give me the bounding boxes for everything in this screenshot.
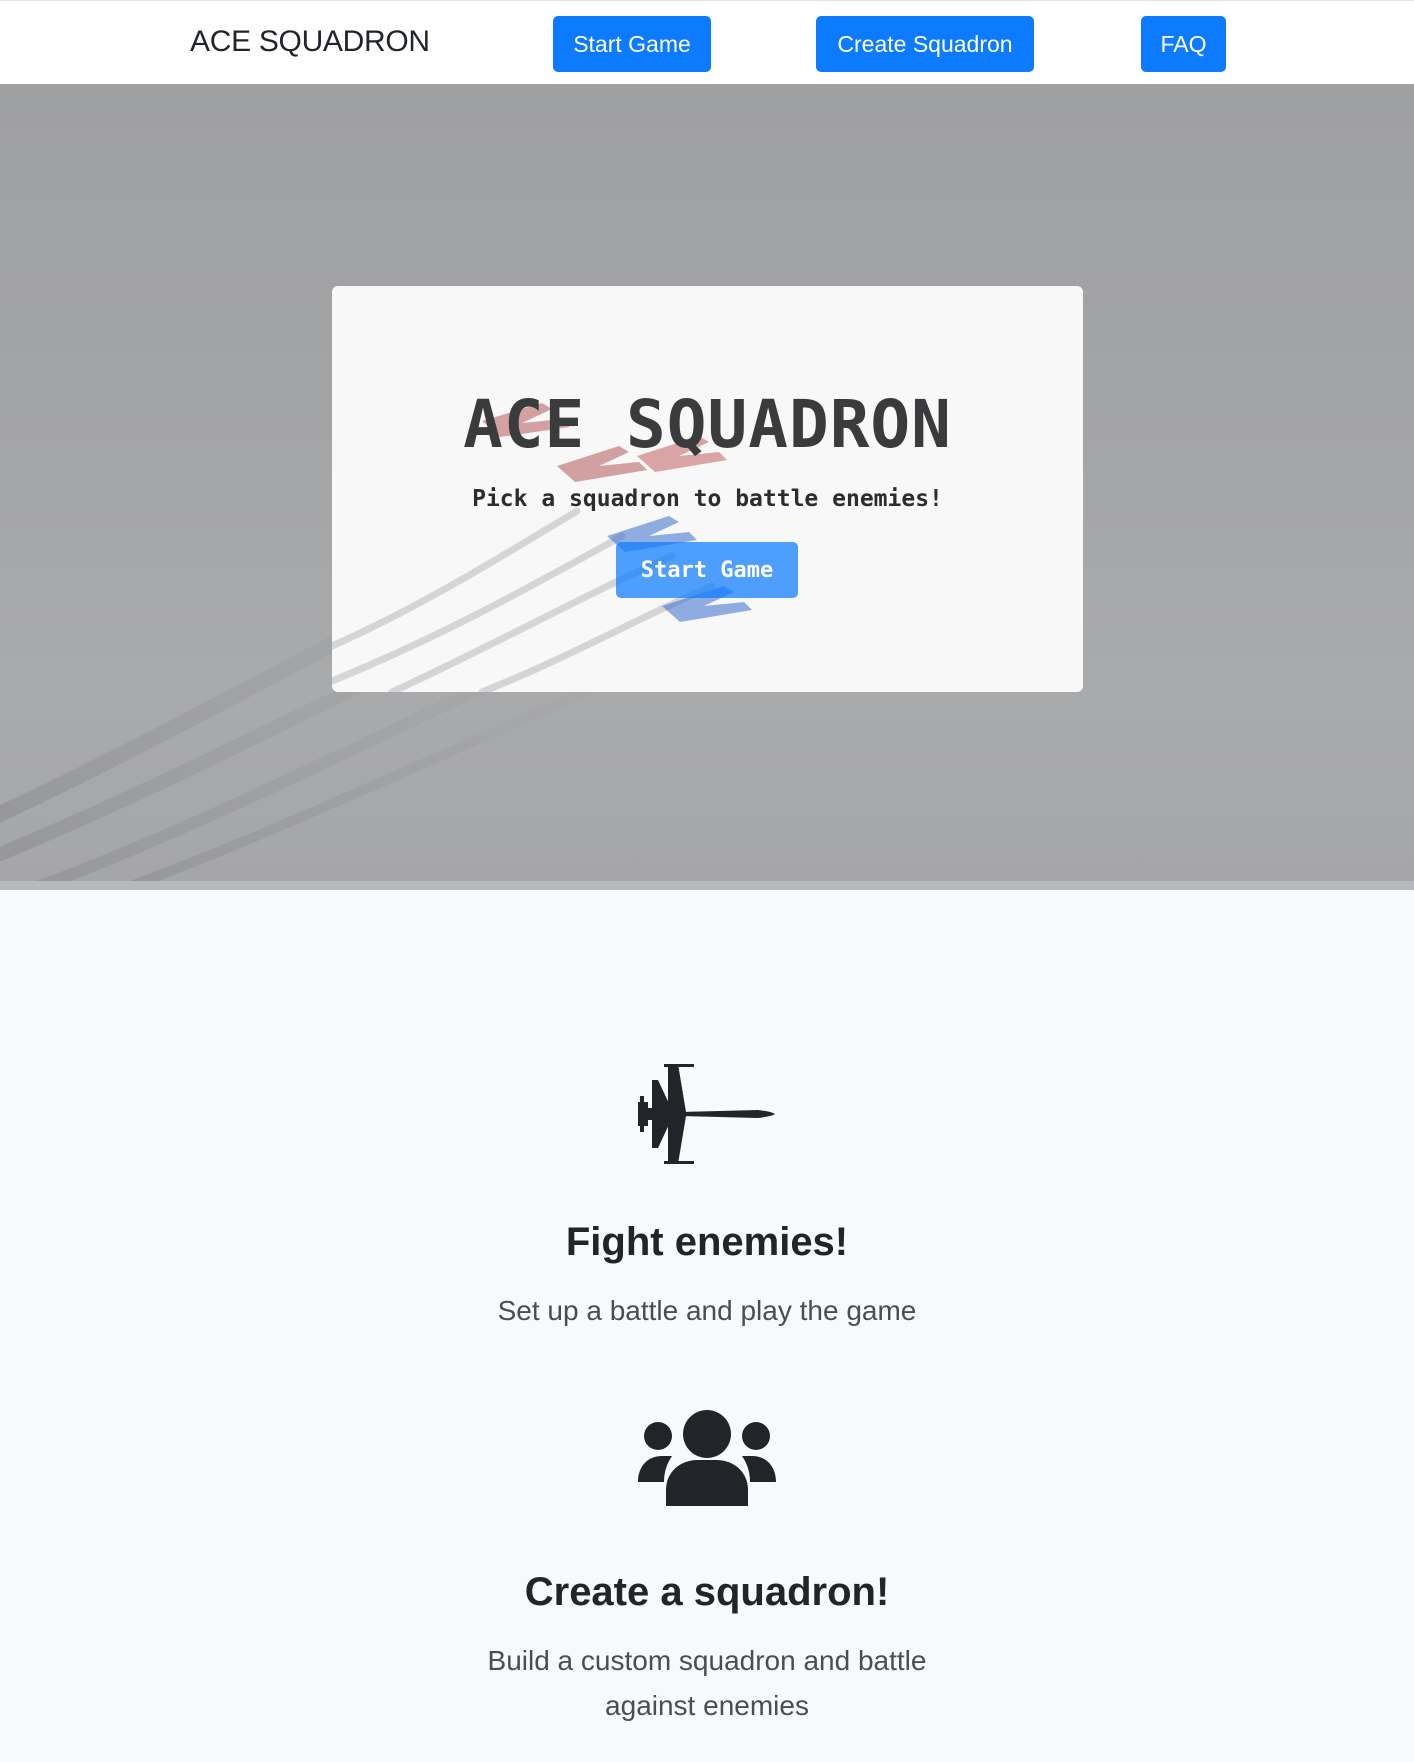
nav-create-squadron-button[interactable]: Create Squadron [816, 16, 1034, 72]
feature-description: Set up a battle and play the game [497, 1295, 917, 1326]
brand-logo-link[interactable]: ACE SQUADRON [190, 25, 430, 59]
users-icon [638, 1410, 776, 1506]
nav-start-game-button[interactable]: Start Game [553, 16, 711, 72]
hero-title: ACE SQUADRON [463, 386, 952, 463]
feature-description: Build a custom squadron and battle again… [487, 1645, 927, 1721]
hero-start-game-button[interactable]: Start Game [616, 542, 798, 598]
hero-card: ACE SQUADRON Pick a squadron to battle e… [332, 286, 1083, 692]
nav-faq-button[interactable]: FAQ [1141, 16, 1226, 72]
fighter-jet-icon [638, 1064, 775, 1164]
top-navbar: ACE SQUADRON Start Game Create Squadron … [0, 0, 1414, 84]
feature-title: Create a squadron! [524, 1570, 890, 1614]
feature-title: Fight enemies! [565, 1220, 849, 1264]
hero-subtitle: Pick a squadron to battle enemies! [472, 486, 943, 512]
hero-section: ACE SQUADRON Pick a squadron to battle e… [0, 84, 1414, 890]
hero-bottom-strip [0, 881, 1414, 890]
